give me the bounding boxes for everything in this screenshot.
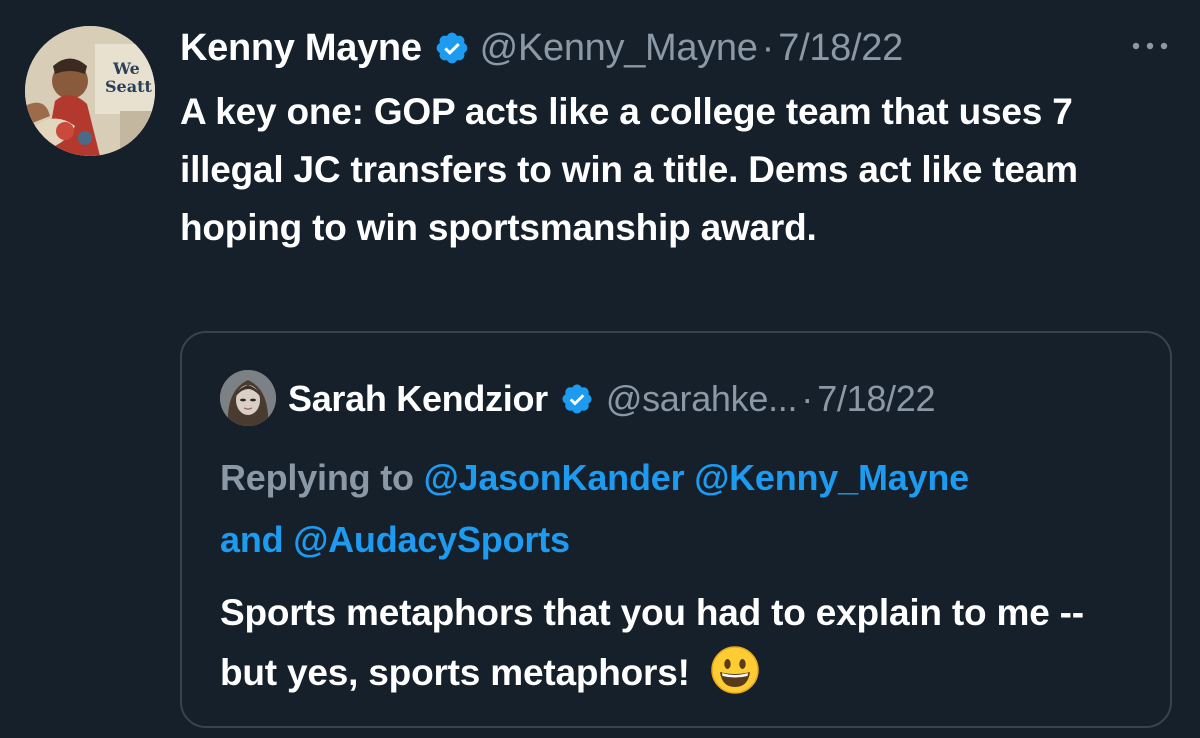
svg-text:Seatt: Seatt	[105, 77, 152, 96]
quoted-tweet-header: Sarah Kendzior @sarahke... · 7/18/22	[288, 373, 936, 425]
verified-badge-icon	[434, 30, 470, 66]
quoted-tweet-card[interactable]: Sarah Kendzior @sarahke... · 7/18/22 Rep…	[180, 331, 1172, 728]
replying-to-line: Replying to @JasonKander @Kenny_Mayneand…	[220, 447, 1150, 571]
grinning-face-icon	[710, 645, 760, 695]
quoted-tweet-text-content: Sports metaphors that you had to explain…	[220, 592, 1084, 693]
separator-dot: ·	[801, 378, 814, 419]
author-name[interactable]: Kenny Mayne	[180, 27, 422, 70]
tweet-date[interactable]: 7/18/22	[778, 27, 903, 70]
quoted-tweet-date[interactable]: 7/18/22	[817, 378, 935, 420]
mention-link[interactable]: @JasonKander	[424, 457, 685, 498]
verified-badge-icon	[560, 382, 594, 416]
and-label: and	[220, 519, 284, 560]
quoted-author-handle[interactable]: @sarahke...	[606, 378, 798, 420]
quoted-author-name[interactable]: Sarah Kendzior	[288, 378, 548, 420]
replying-to-label: Replying to	[220, 457, 414, 498]
tweet: We Seatt Kenny Mayne @Kenny_Mayne · 7/18…	[0, 0, 1200, 738]
tweet-text: A key one: GOP acts like a college team …	[180, 91, 1078, 248]
author-handle[interactable]: @Kenny_Mayne	[480, 27, 758, 70]
quoted-tweet-text: Sports metaphors that you had to explain…	[220, 583, 1150, 703]
quoted-author-avatar[interactable]	[220, 370, 276, 426]
svg-text:We: We	[112, 59, 140, 78]
mention-link[interactable]: @AudacySports	[293, 519, 570, 560]
separator-dot: ·	[761, 26, 775, 69]
author-avatar[interactable]: We Seatt	[25, 26, 155, 156]
tweet-header: Kenny Mayne @Kenny_Mayne · 7/18/22	[180, 22, 903, 74]
more-options-icon[interactable]	[1126, 28, 1174, 64]
mention-link[interactable]: @Kenny_Mayne	[694, 457, 969, 498]
